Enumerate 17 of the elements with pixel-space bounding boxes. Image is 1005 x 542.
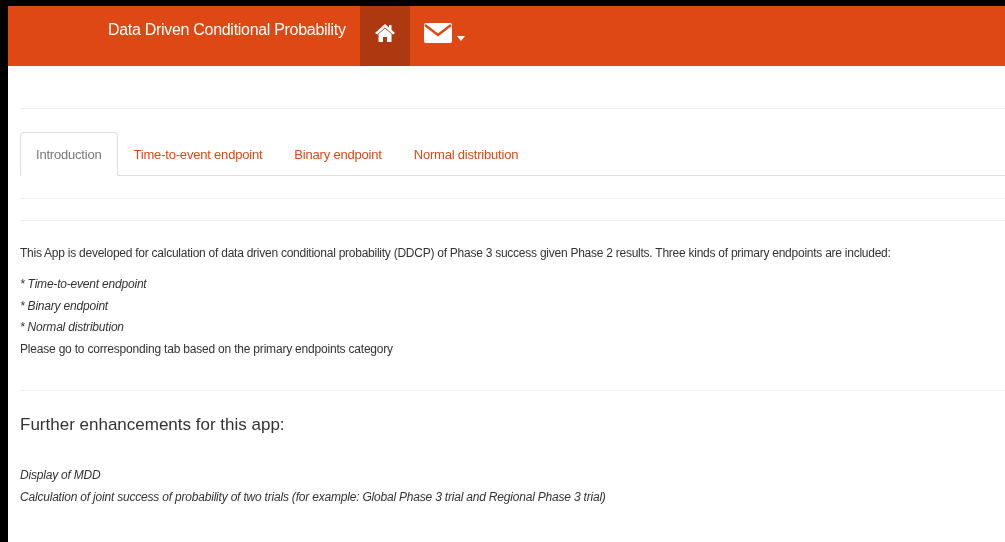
app-title[interactable]: Data Driven Conditional Probability [108, 21, 360, 51]
home-button[interactable] [359, 6, 410, 66]
caret-icon [456, 35, 465, 41]
endpoint-item: * Normal distribution [20, 319, 125, 336]
intro-text: This App is developed for calculation of data driven conditional probability (DDCP) of Phase 3 success given Phase 2 results. Three kinds of primary endpoints are included: [20, 246, 892, 260]
home-icon [373, 23, 396, 43]
section-heading: Further enhancements for this app: [20, 415, 286, 435]
tab[interactable]: Binary endpoint [278, 132, 398, 176]
enhancement-item: Calculation of joint success of probability of two trials (for example: Global Phase 3 trial and Regional Phase 3 trial) [20, 488, 607, 506]
endpoint-item: * Time-to-event endpoint [20, 276, 148, 293]
envelope-icon [423, 23, 452, 43]
endpoint-item: * Binary endpoint [20, 297, 110, 315]
tab[interactable]: Normal distribution [397, 132, 535, 176]
enhancement-item: Display of MDD [20, 467, 102, 484]
tab[interactable]: Time-to-event endpoint [117, 132, 279, 176]
instruction-text: Please go to corresponding tab based on the primary endpoints category [20, 340, 394, 358]
tab[interactable]: Introduction [20, 132, 118, 176]
